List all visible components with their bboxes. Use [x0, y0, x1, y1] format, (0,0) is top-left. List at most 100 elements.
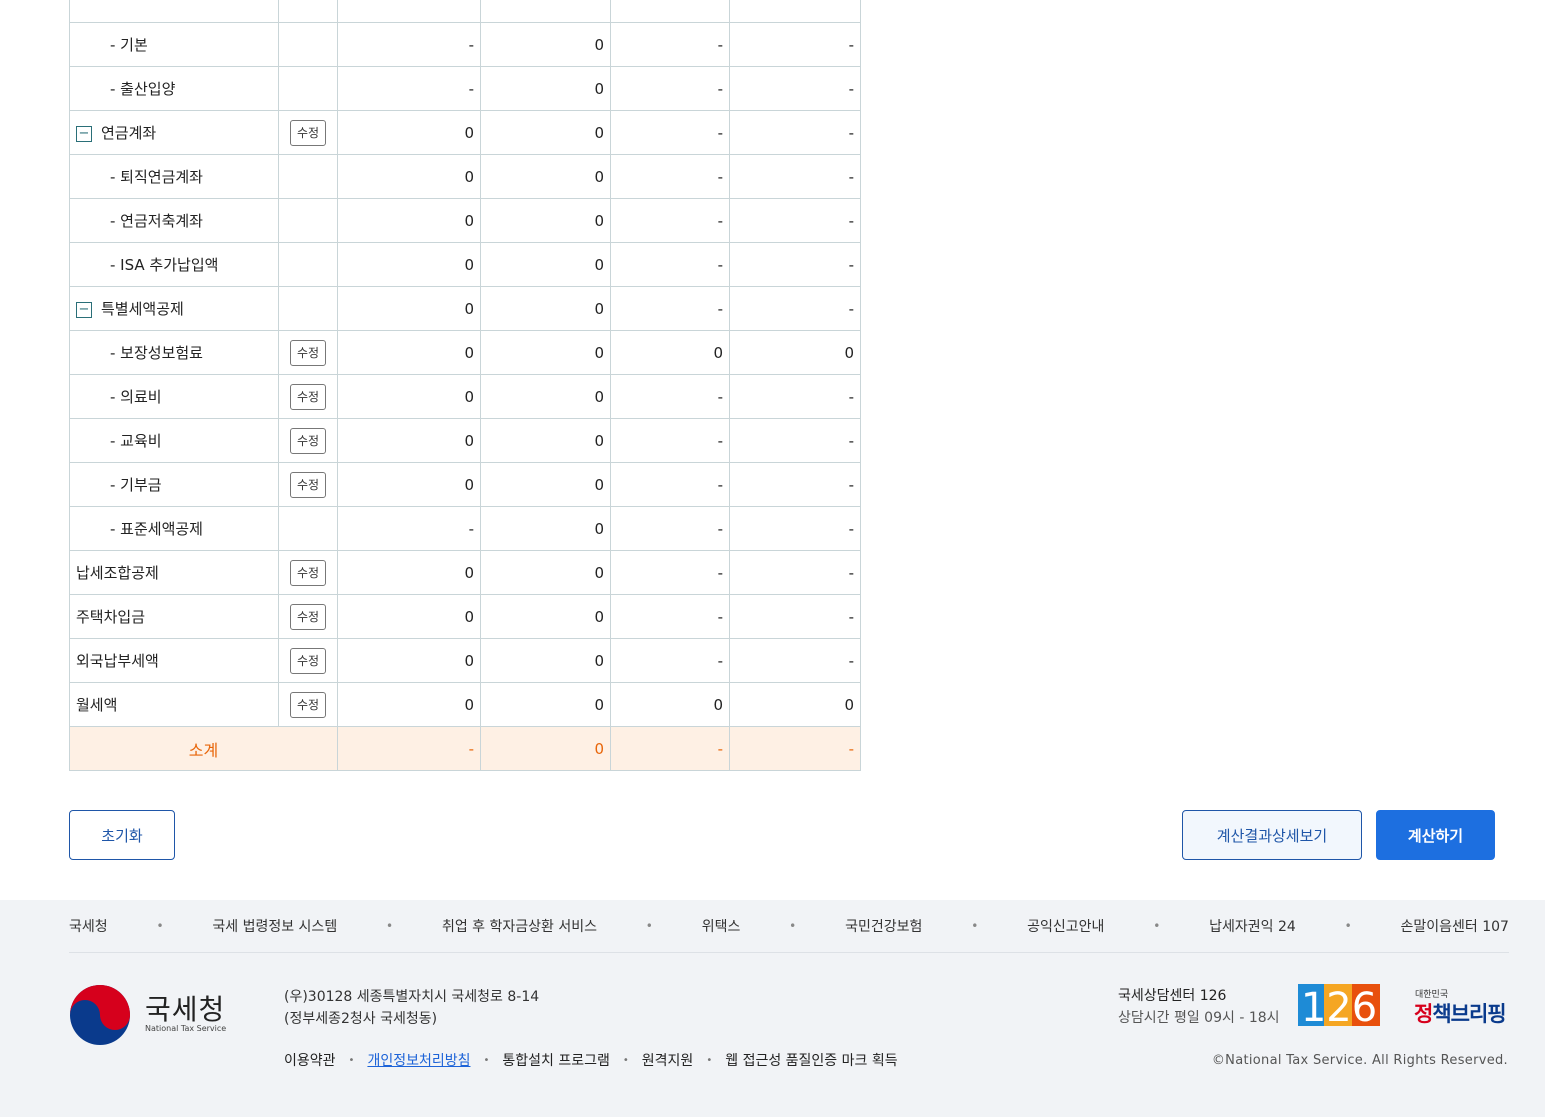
separator-dot: •: [706, 1054, 713, 1066]
row-label-text: - ISA 추가납입액: [110, 256, 219, 274]
separator-dot: •: [386, 919, 394, 933]
value-cell: 0: [480, 506, 611, 551]
row-label: − 특별세액공제: [69, 286, 279, 331]
value-cell: 0: [610, 682, 730, 727]
briefing-rest-part: 책브리핑: [1432, 1002, 1506, 1026]
value-cell: -: [610, 462, 730, 507]
subtotal-value-cell: -: [337, 726, 481, 771]
edit-button[interactable]: 수정: [289, 647, 327, 674]
footer-link-nts[interactable]: 국세청: [69, 916, 108, 936]
edit-cell: 수정: [278, 638, 338, 683]
footer-link-taxpayer-rights[interactable]: 납세자권익 24: [1209, 916, 1296, 936]
edit-button[interactable]: 수정: [289, 471, 327, 498]
edit-cell: [278, 22, 338, 67]
edit-cell: 수정: [278, 682, 338, 727]
edit-button[interactable]: 수정: [289, 691, 327, 718]
subtotal-label: 소계: [69, 726, 338, 771]
edit-button[interactable]: 수정: [289, 383, 327, 410]
value-cell: -: [610, 638, 730, 683]
value-cell: 0: [337, 198, 481, 243]
value-cell: 0: [337, 286, 481, 331]
call-center-hours: 상담시간 평일 09시 - 18시: [1118, 1010, 1280, 1026]
value-cell: 0: [337, 550, 481, 595]
tax-credit-table: - 기본 -0- - - 출산입양 -0- - − 연금계좌 수정 0 0- - - 퇴직연금계좌 0 0-…: [69, 0, 861, 771]
separator-dot: •: [645, 919, 653, 933]
value-cell: -: [610, 594, 730, 639]
detail-result-button[interactable]: 계산결과상세보기: [1182, 810, 1362, 860]
collapse-toggle-icon[interactable]: −: [76, 125, 92, 142]
calculate-button[interactable]: 계산하기: [1376, 810, 1495, 860]
row-label-text: 연금계좌: [101, 124, 157, 142]
copyright: ©National Tax Service. All Rights Reserv…: [1211, 1053, 1508, 1068]
table-row: 월세액 수정 0 0 0 0: [69, 682, 861, 727]
value-cell: -: [729, 22, 861, 67]
value-cell: -: [729, 66, 861, 111]
policy-briefing-logo[interactable]: 정책브리핑: [1414, 998, 1507, 1028]
subtotal-value-cell: 0: [480, 726, 611, 771]
value-cell: 0: [337, 154, 481, 199]
logo-subtitle: National Tax Service: [145, 1024, 227, 1033]
row-label: 월세액: [69, 682, 279, 727]
row-label-text: - 연금저축계좌: [110, 212, 203, 230]
separator-dot: •: [789, 919, 797, 933]
value-cell: 0: [480, 638, 611, 683]
footer-link-law[interactable]: 국세 법령정보 시스템: [212, 916, 337, 936]
value-cell: -: [729, 110, 861, 155]
accessibility-mark-link[interactable]: 웹 접근성 품질인증 마크 획득: [725, 1050, 897, 1070]
edit-button[interactable]: 수정: [289, 339, 327, 366]
footer-links: 국세청 • 국세 법령정보 시스템 • 취업 후 학자금상환 서비스 • 위택스…: [69, 900, 1509, 953]
table-row: - 연금저축계좌 0 0- -: [69, 198, 861, 243]
edit-button[interactable]: 수정: [289, 603, 327, 630]
table-row: - 표준세액공제 -0- -: [69, 506, 861, 551]
table-row: - 기본 -0- -: [69, 22, 861, 67]
footer-link-health-insurance[interactable]: 국민건강보험: [845, 916, 922, 936]
row-label: - 표준세액공제: [69, 506, 279, 551]
svg-text:126: 126: [1301, 985, 1377, 1026]
reset-button[interactable]: 초기화: [69, 810, 175, 860]
footer-link-student-loan[interactable]: 취업 후 학자금상환 서비스: [442, 916, 597, 936]
edit-button[interactable]: 수정: [289, 559, 327, 586]
row-label-text: - 의료비: [110, 388, 162, 406]
row-label: - 연금저축계좌: [69, 198, 279, 243]
value-cell: -: [337, 506, 481, 551]
edit-button[interactable]: 수정: [289, 427, 327, 454]
install-program-link[interactable]: 통합설치 프로그램: [502, 1050, 610, 1070]
value-cell: -: [729, 550, 861, 595]
value-cell: 0: [480, 66, 611, 111]
policy-links: 이용약관 • 개인정보처리방침 • 통합설치 프로그램 • 원격지원 • 웹 접…: [284, 1050, 898, 1070]
row-label: − 연금계좌: [69, 110, 279, 155]
row-label: - 퇴직연금계좌: [69, 154, 279, 199]
value-cell: -: [610, 22, 730, 67]
separator-dot: •: [971, 919, 979, 933]
edit-cell: 수정: [278, 110, 338, 155]
row-label: - 교육비: [69, 418, 279, 463]
value-cell: -: [729, 506, 861, 551]
row-label-text: - 교육비: [110, 432, 162, 450]
value-cell: -: [337, 22, 481, 67]
row-label-text: - 퇴직연금계좌: [110, 168, 203, 186]
footer-link-relay-center[interactable]: 손말이음센터 107: [1401, 916, 1509, 936]
value-cell: 0: [337, 594, 481, 639]
edit-button[interactable]: 수정: [289, 119, 327, 146]
logo-name: 국세청: [145, 993, 226, 1026]
terms-link[interactable]: 이용약관: [284, 1050, 336, 1070]
value-cell: -: [610, 286, 730, 331]
briefing-red-part: 정: [1414, 1002, 1433, 1026]
value-cell: 0: [480, 550, 611, 595]
value-cell: 0: [337, 330, 481, 375]
value-cell: 0: [729, 330, 861, 375]
remote-support-link[interactable]: 원격지원: [642, 1050, 694, 1070]
privacy-policy-link[interactable]: 개인정보처리방침: [367, 1050, 470, 1070]
separator-dot: •: [348, 1054, 355, 1066]
row-label: 납세조합공제: [69, 550, 279, 595]
value-cell: -: [610, 66, 730, 111]
footer-link-whistleblow[interactable]: 공익신고안내: [1027, 916, 1104, 936]
edit-cell: [278, 0, 338, 23]
footer-link-wetax[interactable]: 위택스: [702, 916, 741, 936]
value-cell: 0: [337, 374, 481, 419]
value-cell: 0: [337, 418, 481, 463]
value-cell: -: [729, 418, 861, 463]
collapse-toggle-icon[interactable]: −: [76, 301, 92, 318]
row-label: - ISA 추가납입액: [69, 242, 279, 287]
value-cell: 0: [480, 594, 611, 639]
